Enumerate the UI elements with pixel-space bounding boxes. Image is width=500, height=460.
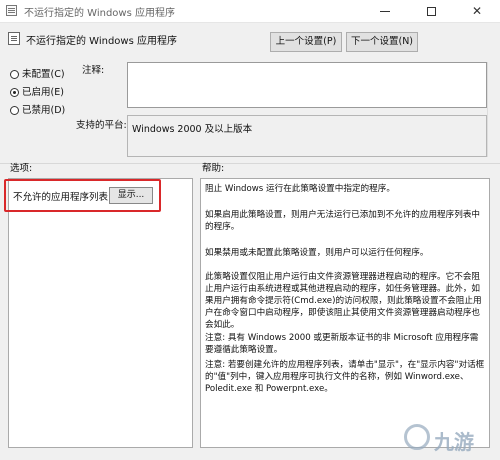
close-button[interactable]: ✕ <box>454 0 500 22</box>
platform-label: 支持的平台: <box>76 120 127 131</box>
highlight-annotation <box>4 179 161 212</box>
help-panel: 阻止 Windows 运行在此策略设置中指定的程序。 如果启用此策略设置，则用户… <box>200 178 490 448</box>
options-panel: 不允许的应用程序列表 显示... <box>8 178 193 448</box>
policy-editor-window: 不运行指定的 Windows 应用程序 ✕ 不运行指定的 Windows 应用程… <box>0 0 500 460</box>
setting-icon <box>8 32 20 45</box>
options-title: 选项: <box>10 163 33 174</box>
title-bar: 不运行指定的 Windows 应用程序 ✕ <box>0 0 500 23</box>
help-paragraph: 如果启用此策略设置，则用户无法运行已添加到不允许的应用程序列表中的程序。 <box>205 210 481 232</box>
comment-scrollbar[interactable] <box>487 62 500 157</box>
policy-title: 不运行指定的 Windows 应用程序 <box>26 36 177 47</box>
section-divider <box>0 163 500 164</box>
radio-disabled-indicator <box>10 106 19 115</box>
maximize-button[interactable] <box>408 0 454 22</box>
radio-not-configured-indicator <box>10 70 19 79</box>
help-paragraph: 阻止 Windows 运行在此策略设置中指定的程序。 <box>205 184 395 194</box>
help-paragraph: 注意: 若要创建允许的应用程序列表，请单击"显示"，在"显示内容"对话框的"值"… <box>205 360 485 394</box>
radio-disabled-label: 已禁用(D) <box>22 105 66 116</box>
help-paragraph: 此策略设置仅阻止用户运行由文件资源管理器进程启动的程序。它不会阻止用户运行由系统… <box>205 272 482 330</box>
radio-enabled-label: 已启用(E) <box>22 87 64 98</box>
platform-value: Windows 2000 及以上版本 <box>132 124 253 135</box>
watermark-text: 九游 <box>434 430 474 454</box>
prev-setting-button[interactable]: 上一个设置(P) <box>270 32 342 52</box>
minimize-icon <box>380 11 390 12</box>
watermark-logo-icon <box>404 424 430 450</box>
radio-not-configured-label: 未配置(C) <box>22 69 65 80</box>
minimize-button[interactable] <box>362 0 408 22</box>
help-paragraph: 注意: 具有 Windows 2000 或更新版本证书的非 Microsoft … <box>205 333 479 355</box>
platform-field: Windows 2000 及以上版本 <box>127 115 487 157</box>
radio-disabled[interactable]: 已禁用(D) <box>10 102 65 116</box>
comment-textarea[interactable] <box>127 62 487 108</box>
watermark: 九游 <box>400 420 500 460</box>
right-edge-strip <box>491 165 500 460</box>
next-setting-button[interactable]: 下一个设置(N) <box>346 32 418 52</box>
maximize-icon <box>426 7 436 16</box>
help-paragraph: 如果禁用或未配置此策略设置，则用户可以运行任何程序。 <box>205 248 429 258</box>
comment-label: 注释: <box>82 65 105 76</box>
close-icon: ✕ <box>471 4 483 18</box>
radio-not-configured[interactable]: 未配置(C) <box>10 66 65 80</box>
help-title: 帮助: <box>202 163 225 174</box>
policy-icon <box>6 5 17 16</box>
window-title: 不运行指定的 Windows 应用程序 <box>24 8 175 19</box>
radio-enabled-indicator <box>10 88 19 97</box>
radio-enabled[interactable]: 已启用(E) <box>10 84 64 98</box>
